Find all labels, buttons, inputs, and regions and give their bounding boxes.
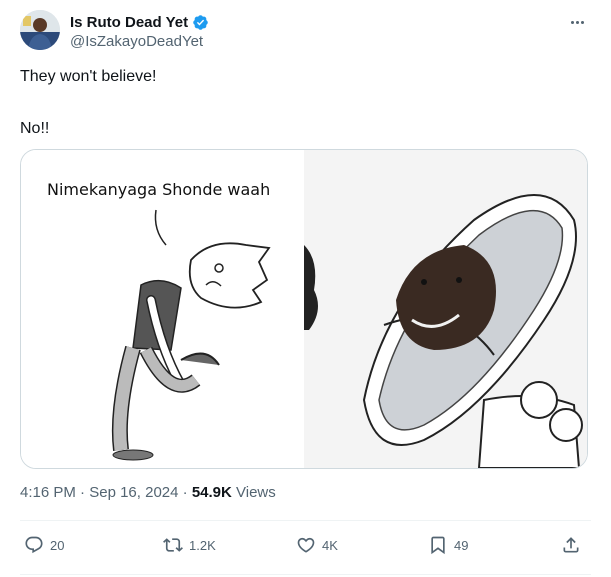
views-count: 54.9K bbox=[191, 484, 232, 501]
meta-separator-1: · bbox=[80, 484, 86, 501]
verified-badge-icon bbox=[193, 14, 208, 30]
bookmark-icon bbox=[431, 536, 445, 555]
meta-separator-2: · bbox=[182, 484, 188, 501]
meme-left-panel: Nimekanyaga Shonde waah bbox=[21, 150, 304, 468]
cartoon-figure-illustration bbox=[111, 209, 271, 461]
tweet-text-line-1: They won't believe! bbox=[20, 68, 157, 85]
divider bbox=[20, 520, 591, 521]
action-bar: 20 1.2K 4K 49 bbox=[20, 533, 591, 557]
avatar-image bbox=[20, 10, 60, 50]
share-icon bbox=[563, 537, 579, 553]
tweet-media[interactable]: Nimekanyaga Shonde waah bbox=[20, 149, 588, 469]
bookmark-count: 49 bbox=[454, 537, 469, 553]
tweet-date[interactable]: Sep 16, 2024 bbox=[89, 484, 178, 501]
repost-button[interactable]: 1.2K bbox=[163, 533, 216, 557]
author-display-name[interactable]: Is Ruto Dead Yet bbox=[70, 14, 188, 31]
bottom-divider bbox=[20, 574, 591, 575]
tweet-time[interactable]: 4:16 PM bbox=[20, 484, 76, 501]
like-count: 4K bbox=[322, 537, 338, 553]
like-button[interactable]: 4K bbox=[296, 533, 338, 557]
tweet-card: Is Ruto Dead Yet @IsZakayoDeadYet They w… bbox=[0, 0, 611, 577]
reply-count: 20 bbox=[50, 537, 65, 553]
reply-button[interactable]: 20 bbox=[24, 533, 64, 557]
meme-right-panel bbox=[304, 150, 587, 468]
tweet-header: Is Ruto Dead Yet @IsZakayoDeadYet bbox=[20, 10, 595, 54]
repost-count: 1.2K bbox=[189, 537, 216, 553]
author-name-row: Is Ruto Dead Yet bbox=[70, 12, 209, 32]
repost-icon bbox=[163, 538, 183, 552]
tweet-text-line-2: No!! bbox=[20, 120, 50, 137]
avatar[interactable] bbox=[20, 10, 60, 50]
author-handle[interactable]: @IsZakayoDeadYet bbox=[70, 33, 203, 50]
tweet-meta: 4:16 PM · Sep 16, 2024 · 54.9K Views bbox=[20, 484, 276, 501]
more-options-icon[interactable] bbox=[567, 14, 587, 30]
heart-icon bbox=[297, 537, 315, 553]
reply-icon bbox=[25, 536, 43, 554]
slipper-with-face-illustration bbox=[304, 150, 587, 468]
share-button[interactable] bbox=[561, 533, 581, 557]
views-label: Views bbox=[236, 484, 276, 501]
bookmark-button[interactable]: 49 bbox=[428, 533, 468, 557]
